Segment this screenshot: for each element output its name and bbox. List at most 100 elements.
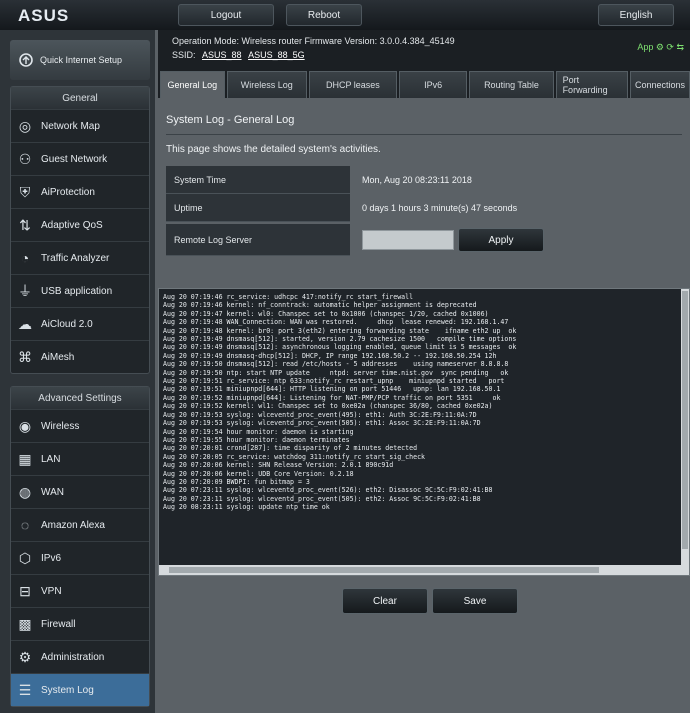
sidebar-item-usb-application[interactable]: ⏚ USB application bbox=[11, 274, 149, 307]
sidebar-item-label: IPv6 bbox=[41, 552, 62, 564]
sidebar-item-label: AiMesh bbox=[41, 351, 75, 363]
sidebar-item-label: Firewall bbox=[41, 618, 76, 630]
advanced-settings-panel: Advanced Settings ◉ Wireless ▦ LAN ◍ WAN ◌ Amaz… bbox=[10, 386, 150, 707]
advanced-settings-title: Advanced Settings bbox=[11, 387, 149, 409]
vertical-scroll-thumb[interactable] bbox=[682, 291, 688, 549]
wireless-icon: ◉ bbox=[18, 417, 32, 434]
lan-icon: ▦ bbox=[18, 450, 32, 467]
sidebar-item-guest-network[interactable]: ⚇ Guest Network bbox=[11, 142, 149, 175]
tab-bar: General Log Wireless Log DHCP leases IPv6 Ro… bbox=[158, 68, 690, 98]
ssid-label: SSID: bbox=[172, 50, 196, 60]
log-line: Aug 20 07:19:46 kernel: nf_conntrack: au… bbox=[163, 301, 477, 310]
wan-icon: ◍ bbox=[18, 483, 32, 500]
sidebar-item-lan[interactable]: ▦ LAN bbox=[11, 442, 149, 475]
language-select[interactable]: English bbox=[598, 4, 674, 26]
sidebar: Quick Internet Setup General ◎ Network Ma… bbox=[0, 30, 155, 713]
log-line: Aug 20 07:23:11 syslog: wlceventd_proc_e… bbox=[163, 494, 481, 503]
status-icons[interactable]: App ⚙ ⟳ ⇆ bbox=[637, 42, 684, 53]
status-bar: Operation Mode: Wireless router Firmware… bbox=[158, 30, 690, 68]
sidebar-item-label: VPN bbox=[41, 585, 62, 597]
log-line: Aug 20 07:20:06 kernel: SHN Release Vers… bbox=[163, 461, 394, 470]
brand-logo[interactable]: ASUS bbox=[18, 6, 69, 26]
page-title: System Log - General Log bbox=[166, 114, 295, 126]
aicloud-icon: ☁ bbox=[18, 315, 32, 332]
firewall-icon: ▩ bbox=[18, 615, 32, 632]
title-divider bbox=[166, 134, 682, 135]
administration-icon: ⚙ bbox=[18, 648, 32, 665]
log-line: Aug 20 07:20:06 kernel: UDB Core Version… bbox=[163, 469, 354, 478]
sidebar-item-wan[interactable]: ◍ WAN bbox=[11, 475, 149, 508]
log-textarea[interactable]: Aug 20 07:19:46 rc_service: udhcpc 417:n… bbox=[158, 288, 690, 576]
system-time-row: System Time Mon, Aug 20 08:23:11 2018 bbox=[166, 166, 690, 194]
sidebar-item-amazon-alexa[interactable]: ◌ Amazon Alexa bbox=[11, 508, 149, 541]
sidebar-item-label: Traffic Analyzer bbox=[41, 252, 110, 264]
sidebar-item-aimesh[interactable]: ⌘ AiMesh bbox=[11, 340, 149, 373]
horizontal-scroll-thumb[interactable] bbox=[169, 567, 599, 573]
log-line: Aug 20 07:19:53 syslog: wlceventd_proc_e… bbox=[163, 410, 477, 419]
quick-setup-label: Quick Internet Setup bbox=[40, 54, 123, 65]
log-line: Aug 20 08:23:11 syslog: update ntp time … bbox=[163, 503, 330, 512]
ssid-link-5g[interactable]: ASUS_88_5G bbox=[248, 50, 305, 60]
sidebar-item-system-log[interactable]: ☰ System Log bbox=[11, 673, 149, 706]
aimesh-icon: ⌘ bbox=[18, 348, 32, 365]
sidebar-item-ipv6[interactable]: ⬡ IPv6 bbox=[11, 541, 149, 574]
sidebar-item-label: Administration bbox=[41, 651, 105, 663]
uptime-value: 0 days 1 hours 3 minute(s) 47 seconds bbox=[362, 203, 518, 213]
info-table: System Time Mon, Aug 20 08:23:11 2018 Up… bbox=[166, 166, 690, 256]
logout-button[interactable]: Logout bbox=[178, 4, 274, 26]
log-line: Aug 20 07:19:49 dnsmasq[512]: started, v… bbox=[163, 335, 517, 344]
ipv6-icon: ⬡ bbox=[18, 549, 32, 566]
save-button[interactable]: Save bbox=[432, 588, 518, 614]
system-time-value: Mon, Aug 20 08:23:11 2018 bbox=[362, 175, 472, 185]
sidebar-item-traffic-analyzer[interactable]: ◔ Traffic Analyzer bbox=[11, 241, 149, 274]
sidebar-item-adaptive-qos[interactable]: ⇅ Adaptive QoS bbox=[11, 208, 149, 241]
sidebar-item-label: Adaptive QoS bbox=[41, 219, 103, 231]
sidebar-item-administration[interactable]: ⚙ Administration bbox=[11, 640, 149, 673]
sidebar-item-firewall[interactable]: ▩ Firewall bbox=[11, 607, 149, 640]
page-description: This page shows the detailed system's ac… bbox=[166, 144, 381, 155]
tab-routing-table[interactable]: Routing Table bbox=[469, 71, 554, 98]
vertical-scrollbar[interactable] bbox=[681, 289, 689, 565]
uptime-label: Uptime bbox=[166, 194, 350, 222]
main-area: Operation Mode: Wireless router Firmware… bbox=[158, 30, 690, 713]
log-line: Aug 20 07:19:46 rc_service: udhcpc 417:n… bbox=[163, 293, 414, 301]
traffic-analyzer-icon: ◔ bbox=[20, 250, 30, 266]
clear-button[interactable]: Clear bbox=[342, 588, 428, 614]
ssid-link-2g[interactable]: ASUS_88 bbox=[202, 50, 242, 60]
apply-button[interactable]: Apply bbox=[458, 228, 544, 252]
tab-ipv6[interactable]: IPv6 bbox=[398, 71, 468, 98]
sidebar-item-wireless[interactable]: ◉ Wireless bbox=[11, 409, 149, 442]
sidebar-item-label: AiProtection bbox=[41, 186, 95, 198]
log-line: Aug 20 07:19:53 syslog: wlceventd_proc_e… bbox=[163, 419, 481, 428]
sidebar-item-aiprotection[interactable]: ⛨ AiProtection bbox=[11, 175, 149, 208]
reboot-button[interactable]: Reboot bbox=[286, 4, 362, 26]
remote-log-row: Remote Log Server Apply bbox=[166, 224, 690, 256]
tab-general-log[interactable]: General Log bbox=[160, 71, 225, 98]
tab-wireless-log[interactable]: Wireless Log bbox=[226, 71, 307, 98]
sidebar-item-label: System Log bbox=[41, 684, 94, 696]
sidebar-item-network-map[interactable]: ◎ Network Map bbox=[11, 109, 149, 142]
horizontal-scrollbar[interactable] bbox=[159, 565, 689, 575]
log-line: Aug 20 07:20:01 crond[287]: time dispari… bbox=[163, 444, 418, 453]
sidebar-item-label: LAN bbox=[41, 453, 61, 465]
content-panel: System Log - General Log This page shows… bbox=[158, 98, 690, 713]
log-line: Aug 20 07:19:55 hour monitor: daemon ter… bbox=[163, 435, 350, 444]
log-line: Aug 20 07:19:49 dnsmasq[512]: asynchrono… bbox=[163, 343, 517, 352]
general-title: General bbox=[11, 87, 149, 109]
log-line: Aug 20 07:20:09 BWDPI: fun bitmap = 3 bbox=[163, 477, 310, 486]
log-line: Aug 20 07:19:49 dnsmasq-dhcp[512]: DHCP,… bbox=[163, 351, 497, 360]
network-map-icon: ◎ bbox=[18, 117, 32, 134]
log-line: Aug 20 07:20:05 rc_service: watchdog 311… bbox=[163, 452, 426, 461]
remote-log-server-input[interactable] bbox=[362, 230, 454, 250]
log-line: Aug 20 07:19:50 ntp: start NTP update nt… bbox=[163, 368, 509, 377]
tab-connections[interactable]: Connections bbox=[630, 71, 690, 98]
tab-port-forwarding[interactable]: Port Forwarding bbox=[555, 71, 628, 98]
sidebar-item-vpn[interactable]: ⊟ VPN bbox=[11, 574, 149, 607]
sidebar-item-label: AiCloud 2.0 bbox=[41, 318, 93, 330]
sidebar-item-aicloud-2-0[interactable]: ☁ AiCloud 2.0 bbox=[11, 307, 149, 340]
sidebar-item-label: Wireless bbox=[41, 420, 80, 432]
quick-internet-setup-button[interactable]: Quick Internet Setup bbox=[10, 40, 150, 80]
log-line: Aug 20 07:19:54 hour monitor: daemon is … bbox=[163, 427, 354, 436]
tab-dhcp-leases[interactable]: DHCP leases bbox=[308, 71, 397, 98]
log-line: Aug 20 07:19:52 miniupnpd[644]: Listenin… bbox=[163, 393, 501, 402]
